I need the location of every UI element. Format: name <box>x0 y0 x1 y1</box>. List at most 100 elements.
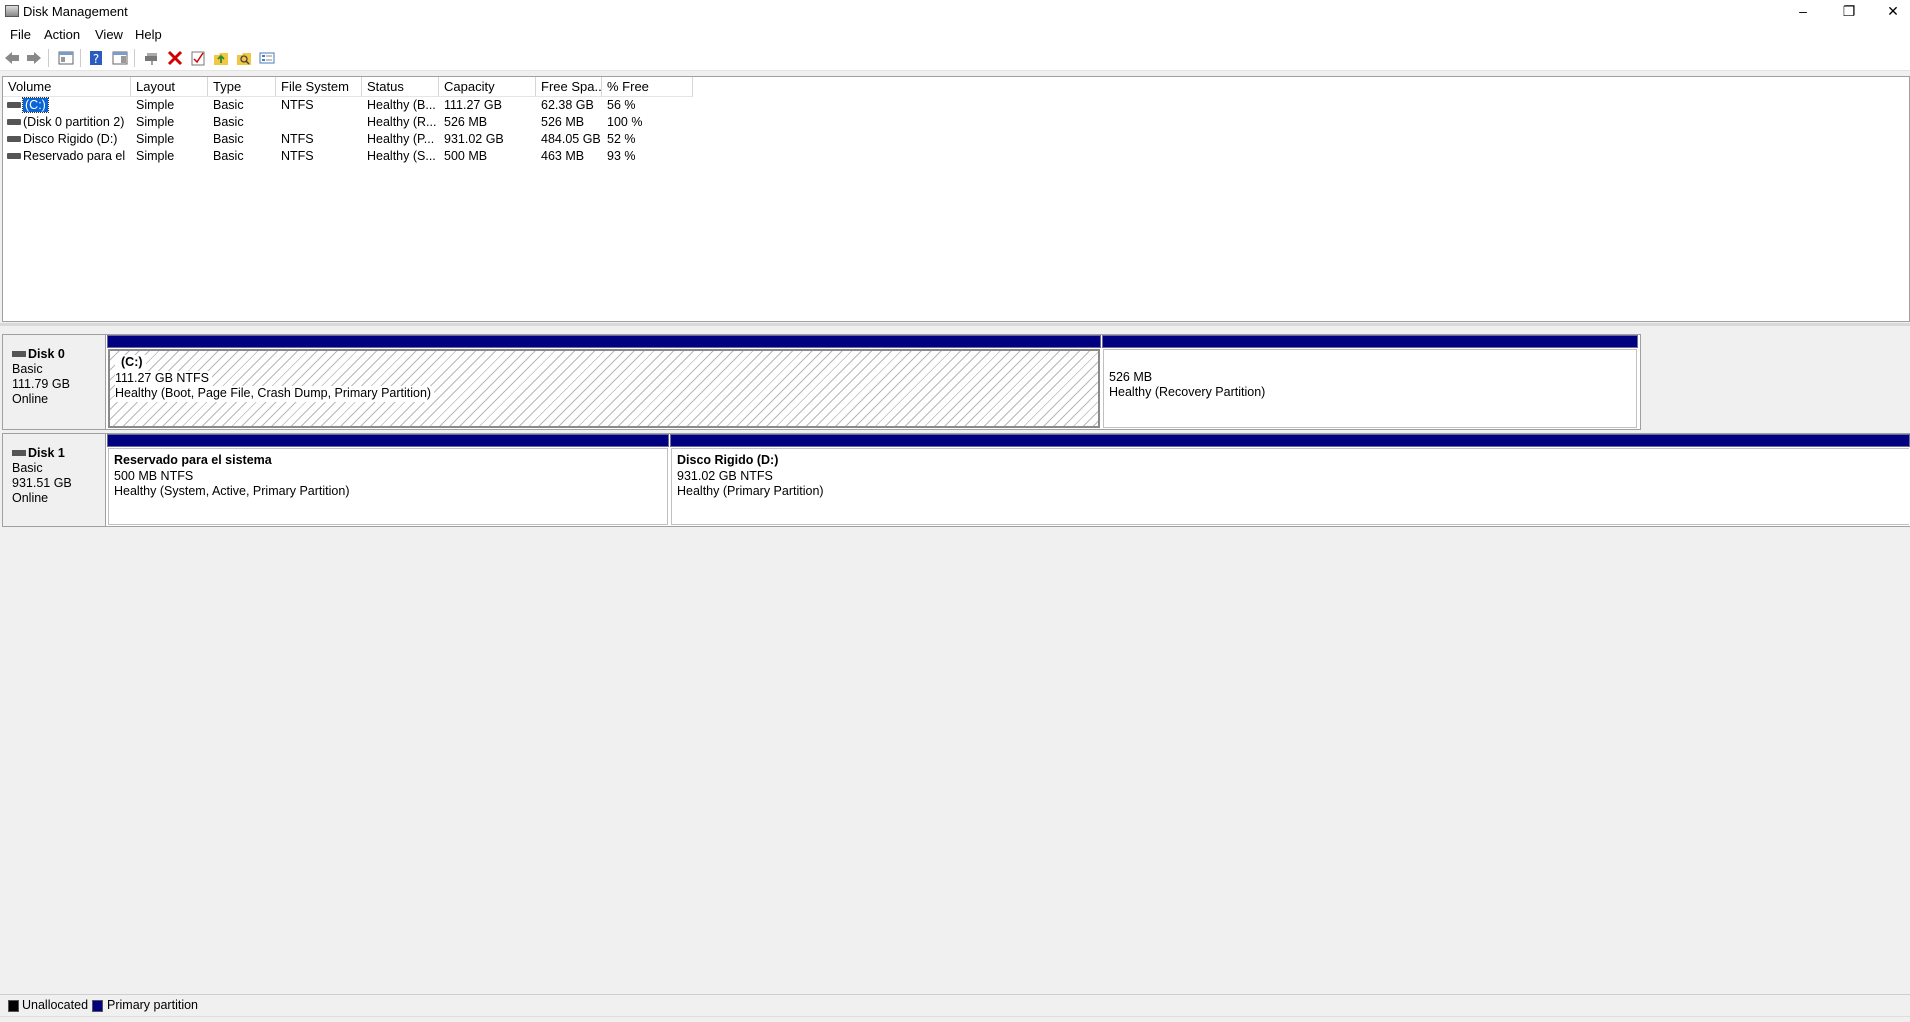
unallocated-swatch <box>8 1000 19 1012</box>
disk-size: 931.51 GB <box>12 476 72 490</box>
partition-title: Reservado para el sistema <box>114 453 272 467</box>
disk-0-partitions: (C:) 111.27 GB NTFS Healthy (Boot, Page … <box>105 334 1641 430</box>
cell-free: 484.05 GB <box>541 132 601 146</box>
partition-size: 500 MB NTFS <box>114 468 194 483</box>
cell-type: Basic <box>213 115 244 129</box>
minimize-button[interactable]: – <box>1780 0 1826 24</box>
column-header-percent-free[interactable]: % Free <box>602 77 693 97</box>
primary-partition-bar <box>107 434 669 447</box>
partition-system-reserved[interactable]: Reservado para el sistema 500 MB NTFS He… <box>107 434 669 526</box>
column-header-free-space[interactable]: Free Spa... <box>536 77 602 97</box>
partition-status: Healthy (Recovery Partition) <box>1109 385 1266 399</box>
table-row[interactable]: (Disk 0 partition 2) Simple Basic Healthy (… <box>3 114 693 131</box>
partition-size: 111.27 GB NTFS <box>115 370 213 386</box>
partition-status: Healthy (System, Active, Primary Partiti… <box>114 484 350 498</box>
help-icon[interactable]: ? <box>88 50 104 66</box>
partition-size: 526 MB <box>1109 369 1153 384</box>
back-arrow-icon[interactable] <box>4 50 20 66</box>
menu-file[interactable]: File <box>10 27 31 42</box>
cell-status: Healthy (R... <box>367 115 437 129</box>
disk-1-partitions: Reservado para el sistema 500 MB NTFS He… <box>105 433 1910 527</box>
column-header-volume[interactable]: Volume <box>3 77 131 97</box>
disk-name: Disk 0 <box>28 347 65 361</box>
connect-disk-icon[interactable] <box>144 50 160 66</box>
column-header-status[interactable]: Status <box>362 77 439 97</box>
window-title: Disk Management <box>23 4 128 19</box>
menu-view[interactable]: View <box>95 27 123 42</box>
cell-pct: 100 % <box>607 115 643 129</box>
cell-capacity: 500 MB <box>444 149 488 163</box>
volume-icon <box>7 136 21 142</box>
partition-recovery[interactable]: 526 MB Healthy (Recovery Partition) <box>1102 335 1638 429</box>
partition-d[interactable]: Disco Rigido (D:) 931.02 GB NTFS Healthy… <box>670 434 1910 526</box>
table-row[interactable]: Disco Rigido (D:) Simple Basic NTFS Healthy … <box>3 131 693 148</box>
menu-bar: File Action View Help <box>0 24 1910 45</box>
menu-help[interactable]: Help <box>135 27 162 42</box>
cell-capacity: 526 MB <box>444 115 488 129</box>
volume-icon <box>7 102 21 108</box>
disk-size: 111.79 GB <box>12 377 70 391</box>
menu-action[interactable]: Action <box>44 27 80 42</box>
cell-status: Healthy (S... <box>367 149 436 163</box>
partition-c[interactable]: (C:) 111.27 GB NTFS Healthy (Boot, Page … <box>107 335 1101 429</box>
cell-fs: NTFS <box>281 98 314 112</box>
disk-graphical-view: Disk 0 Basic 111.79 GB Online (C:) 111.2… <box>0 326 1910 994</box>
cell-free: 463 MB <box>541 149 585 163</box>
folder-up-icon[interactable] <box>213 50 229 66</box>
cell-layout: Simple <box>136 98 175 112</box>
title-bar: Disk Management – ❐ ✕ <box>0 0 1910 24</box>
cell-volume: (Disk 0 partition 2) <box>23 115 125 129</box>
disk-state: Online <box>12 392 49 406</box>
partition-status: Healthy (Primary Partition) <box>677 484 824 498</box>
column-header-capacity[interactable]: Capacity <box>439 77 536 97</box>
disk-1-label[interactable]: Disk 1 Basic 931.51 GB Online <box>2 433 105 527</box>
cell-capacity: 111.27 GB <box>444 98 502 112</box>
disk-name: Disk 1 <box>28 446 65 460</box>
disk-icon <box>12 351 26 357</box>
partition-title: Disco Rigido (D:) <box>677 453 779 467</box>
status-bar <box>0 1016 1910 1022</box>
disk-icon <box>12 450 26 456</box>
disk-state: Online <box>12 491 49 505</box>
column-header-layout[interactable]: Layout <box>131 77 208 97</box>
table-row[interactable]: Reservado para el ... Simple Basic NTFS Heal… <box>3 148 693 165</box>
column-header-type[interactable]: Type <box>208 77 276 97</box>
legend-unallocated: Unallocated <box>22 998 89 1012</box>
cell-status: Healthy (B... <box>367 98 436 112</box>
cell-volume: Disco Rigido (D:) <box>23 132 118 146</box>
cell-capacity: 931.02 GB <box>444 132 504 146</box>
cell-fs: NTFS <box>281 149 314 163</box>
disk-type: Basic <box>12 461 43 475</box>
search-folder-icon[interactable] <box>236 50 252 66</box>
cell-type: Basic <box>213 149 244 163</box>
cell-pct: 93 % <box>607 149 636 163</box>
cell-layout: Simple <box>136 132 175 146</box>
cell-fs: NTFS <box>281 132 314 146</box>
close-button[interactable]: ✕ <box>1870 0 1910 24</box>
disk-type: Basic <box>12 362 43 376</box>
svg-text:?: ? <box>93 52 99 66</box>
volume-icon <box>7 153 21 159</box>
primary-partition-bar <box>1102 335 1638 348</box>
properties-panel-icon[interactable] <box>112 50 128 66</box>
cell-free: 62.38 GB <box>541 98 594 112</box>
column-header-file-system[interactable]: File System <box>276 77 362 97</box>
settings-list-icon[interactable] <box>259 50 275 66</box>
disk-0-label[interactable]: Disk 0 Basic 111.79 GB Online <box>2 334 105 430</box>
primary-partition-bar <box>107 335 1101 348</box>
console-tree-icon[interactable] <box>58 50 74 66</box>
check-icon[interactable] <box>190 50 206 66</box>
cell-pct: 52 % <box>607 132 636 146</box>
cell-type: Basic <box>213 132 244 146</box>
legend: Unallocated Primary partition <box>0 994 1910 1016</box>
cell-layout: Simple <box>136 149 175 163</box>
primary-partition-swatch <box>92 1000 103 1012</box>
cell-type: Basic <box>213 98 244 112</box>
delete-icon[interactable] <box>167 50 183 66</box>
forward-arrow-icon[interactable] <box>26 50 42 66</box>
cell-free: 526 MB <box>541 115 585 129</box>
cell-volume: Reservado para el ... <box>23 149 129 163</box>
restore-button[interactable]: ❐ <box>1826 0 1872 24</box>
table-row[interactable]: (C:) Simple Basic NTFS Healthy (B... 111.27 G… <box>3 97 693 114</box>
volume-icon <box>7 119 21 125</box>
